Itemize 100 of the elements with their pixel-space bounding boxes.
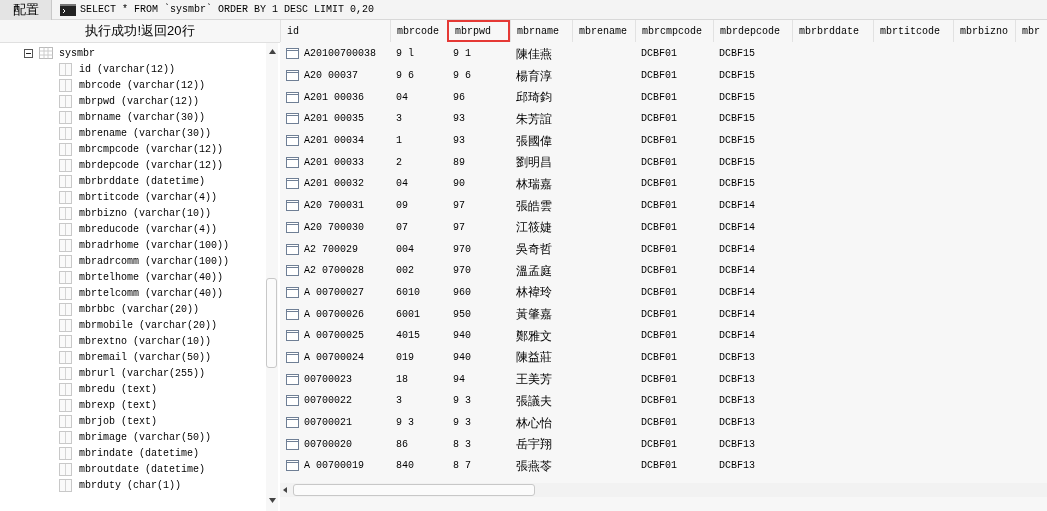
tree-item[interactable]: mbrname (varchar(30)) [79,109,206,125]
row-icon [286,308,299,320]
table-cell-text: DCBF15 [719,134,755,149]
scrollbar-thumb[interactable] [293,484,535,496]
table-cell-text: 陳佳燕 [516,45,552,63]
table-cell-text: DCBF14 [719,329,755,344]
column-header[interactable]: mbrpwd [447,20,510,42]
column-icon [59,190,72,204]
row-icon [286,417,299,429]
column-header[interactable]: mbrname [510,20,572,42]
tree-item[interactable]: mbradrhome (varchar(100)) [79,237,230,253]
tree-item[interactable]: mbroutdate (datetime) [79,461,206,477]
tree-item[interactable]: mbrjob (text) [79,413,157,429]
tree-item[interactable]: mbrdepcode (varchar(12)) [79,157,224,173]
column-header[interactable]: id [280,20,390,42]
column-header[interactable]: mbrbrddate [792,20,873,42]
table-cell-text: 林褘玲 [516,284,552,302]
table-cell-text: DCBF01 [641,69,677,84]
table-cell-text: 9 6 [396,69,414,84]
table-cell-text: 00700022 [304,394,352,409]
table-cell-text: 溫孟庭 [516,262,552,280]
tree-item[interactable]: mbrtitcode (varchar(4)) [79,189,218,205]
table-cell-text: A 00700024 [304,350,364,365]
table-cell-text: 97 [453,199,465,214]
tree-item[interactable]: mbrpwd (varchar(12)) [79,93,200,109]
column-header[interactable]: mbrcode [390,20,447,42]
tree-item[interactable]: mbrbizno (varchar(10)) [79,205,212,221]
collapse-icon[interactable] [24,48,33,58]
table-cell-text: DCBF01 [641,90,677,105]
scroll-up-icon[interactable] [268,49,276,54]
table-cell-text: 970 [453,242,471,257]
tree-item[interactable]: mbredu (text) [79,381,157,397]
tree-item[interactable]: sysmbr [59,45,95,61]
tree-item[interactable]: mbrtelhome (varchar(40)) [79,269,224,285]
table-cell-text: 9 3 [396,416,414,431]
table-cell-text: 6001 [396,307,420,322]
table-cell-text: 950 [453,307,471,322]
table-cell-text: 林瑞嘉 [516,175,552,193]
column-header[interactable]: mbr [1015,20,1047,42]
table-cell-text: 004 [396,242,414,257]
column-icon [59,286,72,300]
table-cell-text: 張燕苓 [516,457,552,475]
tree-item[interactable]: mbrindate (datetime) [79,445,200,461]
column-header[interactable]: mbrbizno [953,20,1015,42]
table-cell-text: 張議夫 [516,392,552,410]
column-header[interactable]: mbrtitcode [873,20,953,42]
table-cell-text: DCBF01 [641,242,677,257]
column-header[interactable]: mbrename [572,20,635,42]
tree-item[interactable]: id (varchar(12)) [79,61,175,77]
table-cell-text: A201 00033 [304,155,364,170]
table-cell-text: 劉明昌 [516,154,552,172]
table-cell-text: DCBF15 [719,90,755,105]
table-cell-text: 89 [453,155,465,170]
tree-item[interactable]: mbrmobile (varchar(20)) [79,317,218,333]
table-cell-text: DCBF15 [719,69,755,84]
table-cell-text: 岳宇翔 [516,436,552,454]
column-icon [59,238,72,252]
table-cell-text: A 00700019 [304,459,364,474]
table-cell-text: DCBF14 [719,285,755,300]
tree-item[interactable]: mbreducode (varchar(4)) [79,221,218,237]
table-cell-text: 94 [453,372,465,387]
table-cell-text: DCBF01 [641,264,677,279]
table-cell-text: 00700023 [304,372,352,387]
tree-item[interactable]: mbrbrddate (datetime) [79,173,206,189]
column-icon [59,334,72,348]
config-button[interactable]: 配置 [0,0,52,20]
table-cell-text: A201 00032 [304,177,364,192]
tree-item[interactable]: mbrduty (char(1)) [79,477,182,493]
table-cell-text: 9 3 [453,416,471,431]
scrollbar-thumb[interactable] [266,278,277,368]
scroll-left-icon[interactable] [283,487,287,493]
tree-item[interactable]: mbrename (varchar(30)) [79,125,212,141]
table-cell-text: DCBF13 [719,372,755,387]
tree-item[interactable]: mbrurl (varchar(255)) [79,365,206,381]
table-cell-text: DCBF13 [719,350,755,365]
column-icon [59,350,72,364]
column-header[interactable]: mbrcmpcode [635,20,713,42]
table-cell-text: 鄭雅文 [516,327,552,345]
tree-item[interactable]: mbrexp (text) [79,397,157,413]
table-cell-text: DCBF01 [641,199,677,214]
table-cell-text: DCBF01 [641,220,677,235]
tree-item[interactable]: mbrimage (varchar(50)) [79,429,212,445]
table-cell-text: A2 700029 [304,242,358,257]
column-header[interactable]: mbrdepcode [713,20,792,42]
tree-item[interactable]: mbremail (varchar(50)) [79,349,212,365]
tree-item[interactable]: mbrtelcomm (varchar(40)) [79,285,224,301]
table-cell-text: 93 [453,112,465,127]
table-cell-text: 張皓雲 [516,197,552,215]
column-icon [59,382,72,396]
tree-item[interactable]: mbradrcomm (varchar(100)) [79,253,230,269]
table-cell-text: A 00700027 [304,285,364,300]
terminal-icon [60,3,76,16]
tree-item[interactable]: mbrbbc (varchar(20)) [79,301,200,317]
table-cell-text: DCBF01 [641,47,677,62]
row-icon [286,200,299,212]
tree-item[interactable]: mbrcmpcode (varchar(12)) [79,141,224,157]
scroll-down-icon[interactable] [268,498,276,503]
tree-item[interactable]: mbrcode (varchar(12)) [79,77,206,93]
tree-item[interactable]: mbrextno (varchar(10)) [79,333,212,349]
row-icon [286,70,299,82]
